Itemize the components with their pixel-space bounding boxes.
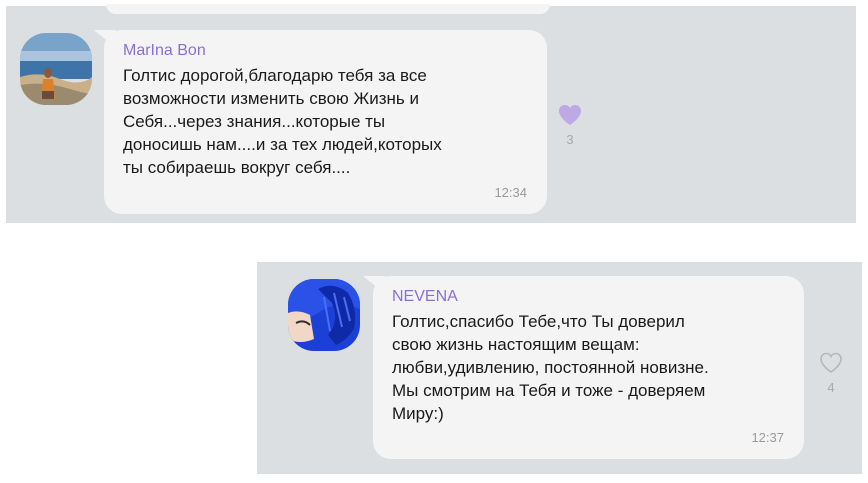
heart-outline-icon <box>820 352 842 373</box>
avatar[interactable] <box>20 33 92 105</box>
avatar-photo-seaside <box>20 33 92 105</box>
message-author[interactable]: MarIna Bon <box>123 42 206 60</box>
message-author[interactable]: NEVENA <box>392 288 458 306</box>
heart-filled-icon <box>559 105 581 125</box>
like-count: 4 <box>827 380 835 395</box>
chat-panel: MarIna Bon Голтис дорогой,благодарю тебя… <box>6 4 856 223</box>
avatar-photo-portrait <box>288 279 360 351</box>
message-timestamp: 12:37 <box>751 430 784 445</box>
bubble-tail <box>94 30 116 48</box>
message-bubble[interactable]: MarIna Bon Голтис дорогой,благодарю тебя… <box>94 30 547 214</box>
avatar[interactable] <box>288 279 360 351</box>
message-text: Голтис,спасибо Тебе,что Ты доверил свою … <box>392 312 709 423</box>
like-button[interactable]: 4 <box>816 351 846 395</box>
chat-panel: NEVENA Голтис,спасибо Тебе,что Ты довери… <box>257 262 862 474</box>
bubble-tail <box>363 276 385 294</box>
message-text: Голтис дорогой,благодарю тебя за все воз… <box>123 66 442 177</box>
like-button[interactable]: 3 <box>555 103 585 147</box>
message-bubble[interactable]: NEVENA Голтис,спасибо Тебе,что Ты довери… <box>363 276 804 459</box>
like-count: 3 <box>566 132 574 147</box>
message-timestamp: 12:34 <box>494 185 527 200</box>
previous-message-bubble <box>106 4 550 14</box>
